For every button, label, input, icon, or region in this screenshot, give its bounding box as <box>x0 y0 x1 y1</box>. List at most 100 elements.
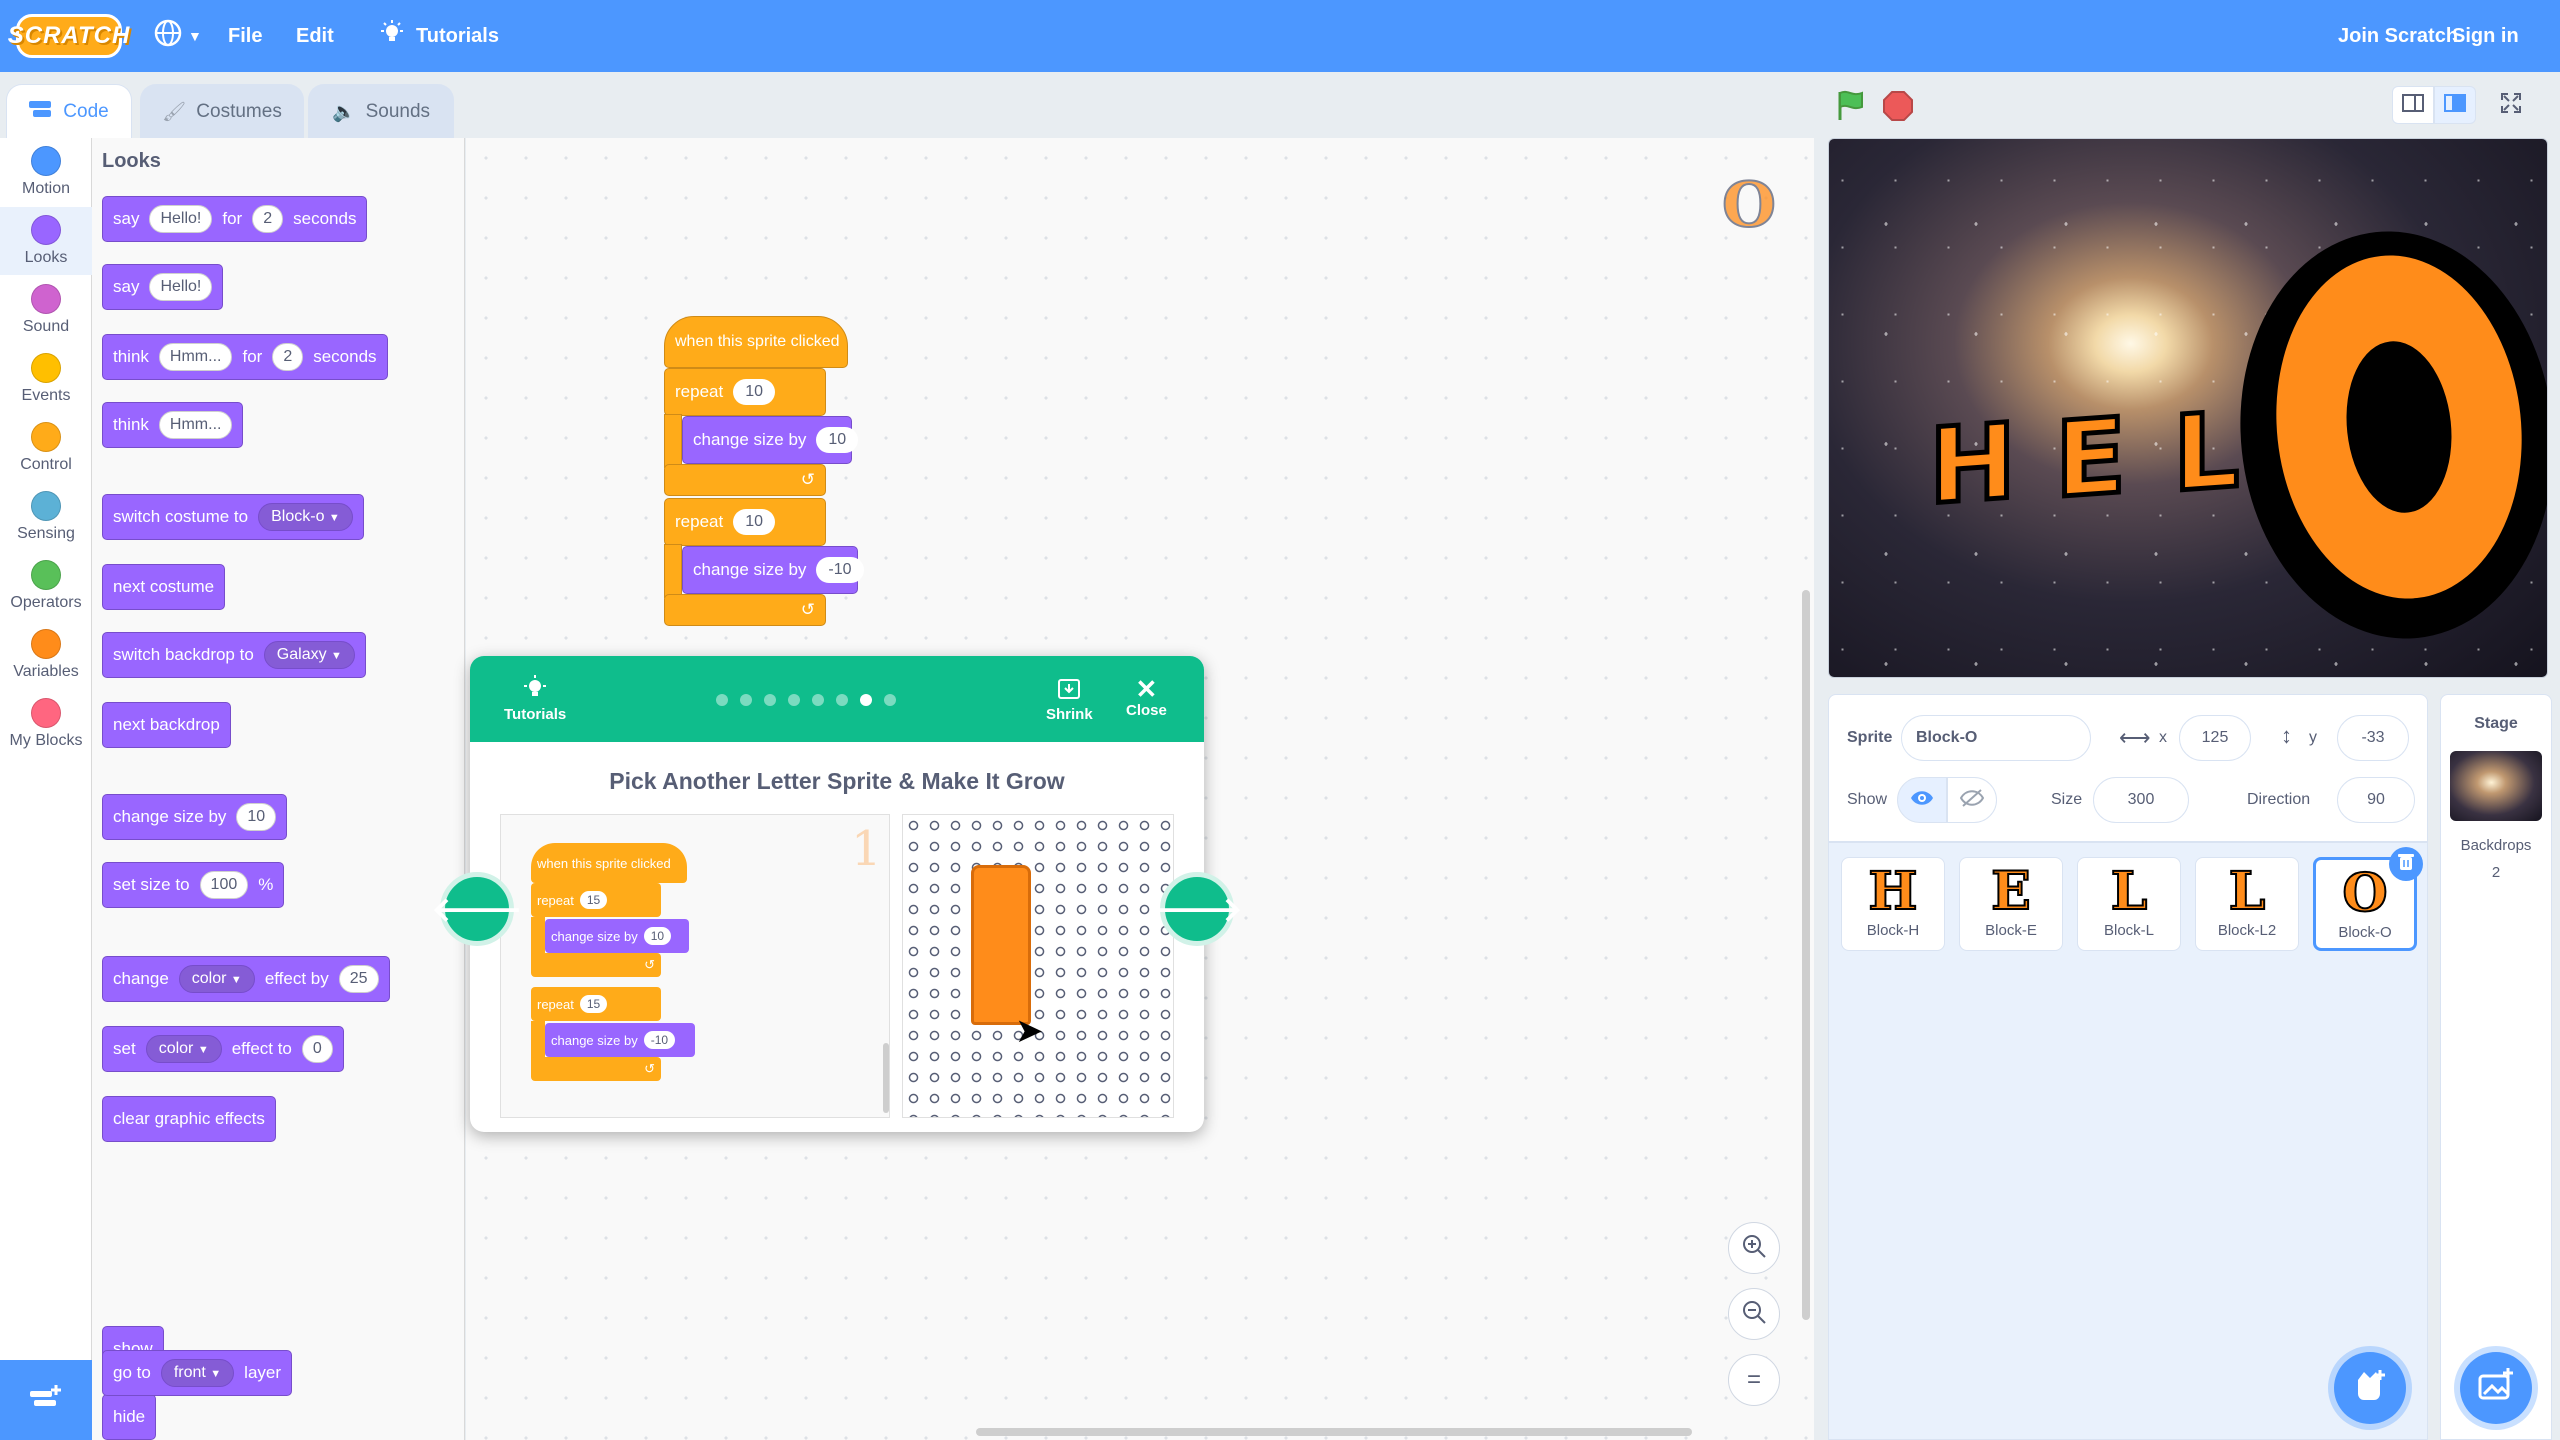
block-clear-effects[interactable]: clear graphic effects <box>102 1096 276 1142</box>
tutorials-menu[interactable]: Tutorials <box>378 0 499 72</box>
costume-dropdown[interactable]: Block-o ▼ <box>258 503 353 531</box>
vertical-scrollbar[interactable] <box>1802 590 1810 1320</box>
scratch-logo[interactable]: SCRATCH <box>8 14 129 58</box>
close-button[interactable]: ✕ Close <box>1126 676 1167 719</box>
choose-backdrop-button[interactable] <box>2460 1352 2532 1424</box>
block-hide[interactable]: hide <box>102 1394 157 1440</box>
block-set-size[interactable]: set size to 100 % <box>102 862 285 908</box>
effect-dropdown[interactable]: color ▼ <box>145 1035 222 1063</box>
stage-canvas[interactable]: H E L <box>1828 138 2548 678</box>
repeat-count-input[interactable]: 10 <box>733 379 775 405</box>
block-go-to-layer[interactable]: go to front ▼ layer <box>102 1350 293 1396</box>
sprite-tile-block-e[interactable]: E Block-E <box>1959 857 2063 951</box>
block-input[interactable]: 100 <box>199 871 249 899</box>
category-motion[interactable]: Motion <box>0 138 92 206</box>
step-dot[interactable] <box>716 694 728 706</box>
step-dot[interactable] <box>740 694 752 706</box>
show-visible-toggle[interactable] <box>1897 777 1947 823</box>
category-control[interactable]: Control <box>0 414 92 482</box>
sprite-name-input[interactable]: Block-O <box>1901 715 2091 761</box>
edit-menu[interactable]: Edit <box>296 0 334 72</box>
tab-code[interactable]: Code <box>6 84 132 138</box>
sprite-tile-block-l[interactable]: L Block-L <box>2077 857 2181 951</box>
stage-selector[interactable]: Stage Backdrops 2 <box>2440 694 2552 1440</box>
size-input[interactable]: -10 <box>816 557 864 583</box>
block-input[interactable]: 10 <box>236 803 277 831</box>
next-step-button[interactable]: 🡒 <box>1151 872 1243 946</box>
repeat-block[interactable]: repeat 10 <box>664 368 826 416</box>
block-input[interactable]: Hmm... <box>158 343 233 371</box>
block-input[interactable]: 0 <box>301 1035 333 1063</box>
layer-dropdown[interactable]: front ▼ <box>160 1359 235 1387</box>
file-menu[interactable]: File <box>228 0 262 72</box>
block-input[interactable]: 25 <box>338 965 379 993</box>
block-say[interactable]: say Hello! <box>102 264 224 310</box>
block-think[interactable]: think Hmm... <box>102 402 244 448</box>
category-sensing[interactable]: Sensing <box>0 483 92 551</box>
join-scratch-link[interactable]: Join Scratch <box>2338 0 2458 72</box>
green-flag-button[interactable] <box>1834 88 1868 127</box>
block-input[interactable]: Hello! <box>149 273 213 301</box>
direction-input[interactable]: 90 <box>2337 777 2415 823</box>
category-operators[interactable]: Operators <box>0 552 92 620</box>
block-change-size[interactable]: change size by 10 <box>102 794 288 840</box>
sprite-tile-block-l2[interactable]: L Block-L2 <box>2195 857 2299 951</box>
block-input[interactable]: Hmm... <box>158 411 233 439</box>
sign-in-link[interactable]: Sign in <box>2452 0 2519 72</box>
category-sound[interactable]: Sound <box>0 276 92 344</box>
sprite-tile-block-h[interactable]: H Block-H <box>1841 857 1945 951</box>
block-set-effect[interactable]: set color ▼ effect to 0 <box>102 1026 344 1072</box>
tutorials-library-button[interactable]: Tutorials <box>504 674 566 723</box>
size-input[interactable]: 300 <box>2093 777 2189 823</box>
previous-step-button[interactable]: 🡐 <box>431 872 523 946</box>
step-dot[interactable] <box>788 694 800 706</box>
block-switch-backdrop[interactable]: switch backdrop to Galaxy ▼ <box>102 632 366 678</box>
x-position-input[interactable]: 125 <box>2179 715 2251 761</box>
add-extension-button[interactable] <box>0 1360 92 1440</box>
category-looks[interactable]: Looks <box>0 207 92 275</box>
sprite-letter-h[interactable]: H <box>1927 397 2019 530</box>
tab-costumes[interactable]: 🖌 Costumes <box>140 84 304 138</box>
block-change-effect[interactable]: change color ▼ effect by 25 <box>102 956 390 1002</box>
category-my-blocks[interactable]: My Blocks <box>0 690 92 758</box>
change-size-block[interactable]: change size by -10 <box>682 546 864 594</box>
small-stage-button[interactable] <box>2392 86 2434 124</box>
choose-sprite-button[interactable] <box>2334 1352 2406 1424</box>
backdrop-dropdown[interactable]: Galaxy ▼ <box>263 641 355 669</box>
block-switch-costume[interactable]: switch costume to Block-o ▼ <box>102 494 364 540</box>
block-input[interactable]: 2 <box>272 343 304 371</box>
repeat-block[interactable]: repeat 10 <box>664 498 826 546</box>
y-position-input[interactable]: -33 <box>2337 715 2409 761</box>
stop-button[interactable] <box>1882 90 1914 127</box>
step-dot[interactable] <box>884 694 896 706</box>
zoom-out-button[interactable] <box>1728 1288 1780 1340</box>
language-menu[interactable]: ▼ <box>152 0 202 72</box>
show-hidden-toggle[interactable] <box>1947 777 1997 823</box>
step-dot[interactable] <box>836 694 848 706</box>
category-events[interactable]: Events <box>0 345 92 413</box>
horizontal-scrollbar[interactable] <box>976 1428 1692 1436</box>
sprite-letter-e[interactable]: E <box>2053 392 2129 524</box>
zoom-in-button[interactable] <box>1728 1222 1780 1274</box>
block-next-costume[interactable]: next costume <box>102 564 226 610</box>
change-size-block[interactable]: change size by 10 <box>682 416 859 464</box>
delete-sprite-button[interactable] <box>2389 847 2423 881</box>
block-input[interactable]: 2 <box>252 205 284 233</box>
block-say-for-seconds[interactable]: say Hello! for 2 seconds <box>102 196 368 242</box>
step-dot-active[interactable] <box>860 694 872 706</box>
large-stage-button[interactable] <box>2434 86 2476 124</box>
zoom-reset-button[interactable]: = <box>1728 1354 1780 1406</box>
hat-when-sprite-clicked[interactable]: when this sprite clicked <box>664 316 848 368</box>
block-input[interactable]: Hello! <box>149 205 213 233</box>
block-next-backdrop[interactable]: next backdrop <box>102 702 231 748</box>
size-input[interactable]: 10 <box>816 427 859 453</box>
shrink-button[interactable]: Shrink <box>1046 676 1093 723</box>
tab-sounds[interactable]: 🔈 Sounds <box>308 84 454 138</box>
effect-dropdown[interactable]: color ▼ <box>178 965 255 993</box>
repeat-count-input[interactable]: 10 <box>733 509 775 535</box>
block-think-for-seconds[interactable]: think Hmm... for 2 seconds <box>102 334 388 380</box>
step-dot[interactable] <box>812 694 824 706</box>
category-variables[interactable]: Variables <box>0 621 92 689</box>
fullscreen-button[interactable] <box>2490 86 2532 124</box>
step-dot[interactable] <box>764 694 776 706</box>
